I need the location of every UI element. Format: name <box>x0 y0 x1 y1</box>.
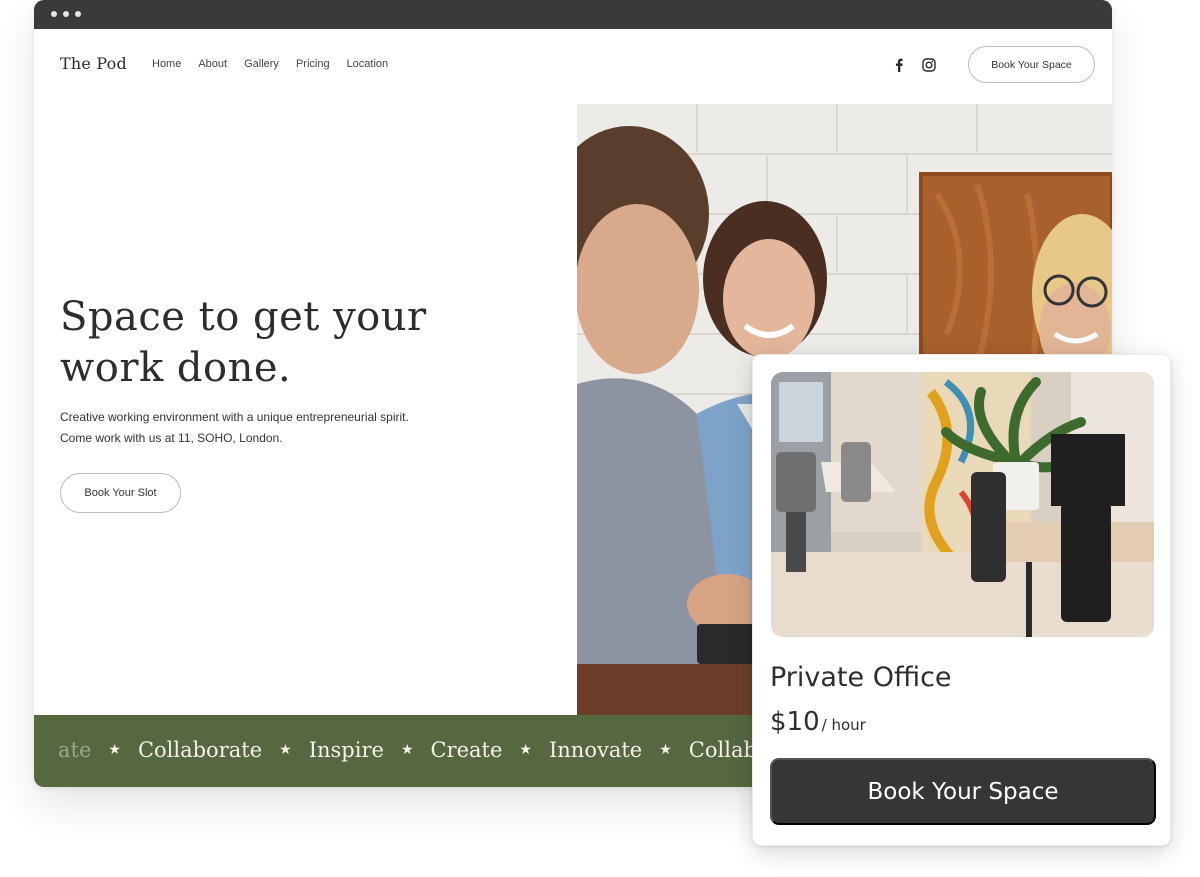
price-unit: / hour <box>821 716 866 734</box>
book-slot-button[interactable]: Book Your Slot <box>60 473 181 513</box>
pricing-card: Private Office $10 / hour Book Your Spac… <box>752 354 1171 846</box>
star-icon: ★ <box>279 742 292 758</box>
star-icon: ★ <box>108 742 121 758</box>
marquee-word: Collaborate <box>137 738 263 762</box>
main-nav: Home About Gallery Pricing Location <box>152 58 388 70</box>
marquee-word: ate <box>58 738 92 762</box>
marquee-word: Innovate <box>548 738 643 762</box>
book-space-button[interactable]: Book Your Space <box>770 758 1156 825</box>
nav-gallery[interactable]: Gallery <box>244 58 279 70</box>
hero-title: Space to get your work done. <box>60 294 427 391</box>
facebook-icon[interactable] <box>891 57 907 73</box>
star-icon: ★ <box>400 742 414 758</box>
marquee-word: Create <box>430 738 503 762</box>
nav-location[interactable]: Location <box>347 58 389 70</box>
star-icon: ★ <box>659 742 672 758</box>
header-book-button[interactable]: Book Your Space <box>968 46 1095 83</box>
marquee-word: Inspire <box>308 738 384 762</box>
site-logo[interactable]: The Pod <box>60 54 127 73</box>
card-price: $10 / hour <box>770 707 866 737</box>
marquee-row: ate ★ Collaborate ★ Inspire ★ Create ★ I… <box>58 738 801 762</box>
window-dot-icon <box>51 11 57 17</box>
hero-subtitle: Creative working environment with a uniq… <box>60 410 409 445</box>
nav-home[interactable]: Home <box>152 58 181 70</box>
card-title: Private Office <box>770 662 952 693</box>
instagram-icon[interactable] <box>921 57 937 73</box>
window-dot-icon <box>75 11 81 17</box>
window-dot-icon <box>63 11 69 17</box>
nav-about[interactable]: About <box>198 58 227 70</box>
office-photo <box>771 372 1154 637</box>
site-header: The Pod Home About Gallery Pricing Locat… <box>34 29 1112 103</box>
browser-titlebar <box>34 0 1112 29</box>
nav-pricing[interactable]: Pricing <box>296 58 330 70</box>
price-amount: $10 <box>770 707 820 737</box>
star-icon: ★ <box>519 742 532 758</box>
